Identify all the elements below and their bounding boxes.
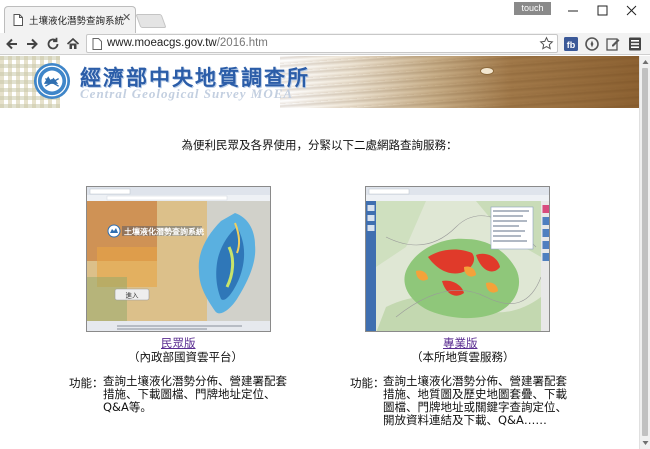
facebook-icon[interactable]: fb bbox=[563, 36, 579, 52]
url-host: www.moeacgs.gov.tw bbox=[107, 37, 217, 49]
minimize-icon[interactable] bbox=[558, 2, 588, 20]
scroll-thumb[interactable] bbox=[642, 68, 648, 436]
public-version-screenshot[interactable]: 土壤液化潛勢查詢系統 進入 bbox=[86, 186, 271, 332]
browser-tab[interactable]: 土壤液化潛勢查詢系統 ✕ bbox=[4, 6, 136, 33]
tab-title: 土壤液化潛勢查詢系統 bbox=[29, 16, 125, 27]
star-icon[interactable] bbox=[539, 36, 554, 51]
wood-texture bbox=[280, 56, 639, 108]
org-name-english: Central Geological Survey MOEA bbox=[80, 86, 294, 101]
maximize-icon[interactable] bbox=[588, 2, 618, 20]
page-icon bbox=[92, 38, 102, 50]
touch-badge: touch bbox=[514, 2, 551, 15]
page-content: 經濟部中央地質調查所 Central Geological Survey MOE… bbox=[0, 56, 639, 449]
home-icon[interactable] bbox=[65, 36, 81, 52]
function-line: Q&A等。 bbox=[103, 400, 152, 414]
screenshot-enter-button: 進入 bbox=[126, 291, 140, 300]
page-icon bbox=[13, 14, 23, 26]
url-path: /2016.htm bbox=[216, 37, 268, 49]
function-line: 開放資料連結及下載、Q&A…… bbox=[383, 413, 547, 427]
new-tab-button[interactable] bbox=[135, 14, 167, 28]
scroll-down-icon[interactable] bbox=[642, 440, 649, 446]
scroll-up-icon[interactable] bbox=[642, 59, 649, 65]
address-bar[interactable]: www.moeacgs.gov.tw/2016.htm bbox=[86, 34, 558, 53]
window-close-icon[interactable] bbox=[617, 2, 647, 20]
screenshot-title: 土壤液化潛勢查詢系統 bbox=[124, 227, 204, 237]
public-function-description: 查詢土壤液化潛勢分佈、營建署配套 措施、下載圖檔、門牌地址定位、 Q&A等。 bbox=[103, 375, 287, 414]
svg-text:fb: fb bbox=[567, 40, 576, 50]
arrow-right-icon[interactable] bbox=[24, 36, 40, 52]
edit-icon[interactable] bbox=[605, 36, 621, 52]
url-text: www.moeacgs.gov.tw/2016.htm bbox=[107, 37, 268, 49]
professional-version-screenshot[interactable] bbox=[365, 186, 550, 332]
wood-knot bbox=[480, 67, 494, 75]
professional-version-provider: （本所地質雲服務） bbox=[411, 350, 515, 364]
arrow-left-icon[interactable] bbox=[4, 36, 20, 52]
professional-function-description: 查詢土壤液化潛勢分佈、營建署配套 措施、地質圖及歷史地圖套疊、下載 圖檔、門牌地… bbox=[383, 375, 567, 427]
close-icon[interactable]: ✕ bbox=[122, 11, 131, 24]
reload-icon[interactable] bbox=[45, 36, 61, 52]
site-banner: 經濟部中央地質調查所 Central Geological Survey MOE… bbox=[0, 56, 639, 108]
page-scrollbar[interactable] bbox=[639, 56, 650, 449]
cgs-logo bbox=[33, 62, 71, 100]
professional-version-preview bbox=[366, 187, 549, 331]
browser-titlebar: 土壤液化潛勢查詢系統 ✕ touch bbox=[0, 0, 650, 33]
intro-text: 為便利民眾及各界使用，分緊以下二處網路查詢服務： bbox=[181, 138, 458, 152]
public-function-label: 功能： bbox=[69, 376, 104, 390]
menu-icon[interactable] bbox=[627, 36, 643, 52]
compass-icon[interactable] bbox=[584, 36, 600, 52]
public-version-provider: （內政部國資雲平台） bbox=[128, 350, 243, 364]
public-version-preview: 土壤液化潛勢查詢系統 進入 bbox=[87, 187, 270, 331]
browser-toolbar: www.moeacgs.gov.tw/2016.htm fb bbox=[0, 33, 650, 55]
professional-function-label: 功能： bbox=[350, 376, 385, 390]
